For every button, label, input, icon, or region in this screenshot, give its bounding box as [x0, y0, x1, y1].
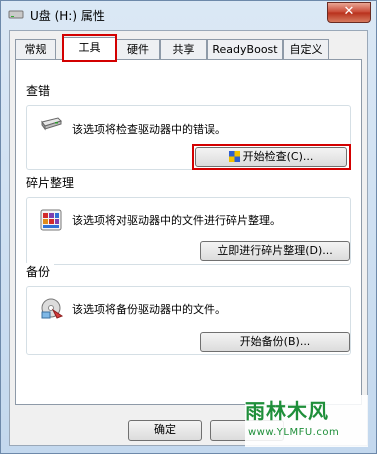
ok-button[interactable]: 确定: [128, 420, 202, 441]
tab-general[interactable]: 常规: [15, 39, 56, 59]
usb-drive-icon: [8, 10, 24, 19]
tab-customize[interactable]: 自定义: [283, 39, 329, 59]
shield-icon: [228, 151, 240, 162]
start-check-button[interactable]: 开始检查(C)...: [195, 147, 347, 167]
watermark: 雨林木风 www.YLMFU.com: [245, 395, 368, 447]
backup-group: 备份 该选项将备份驱动器中的文件。 开始备份(B)...: [26, 263, 351, 355]
defrag-icon: [40, 209, 62, 231]
start-check-label: 开始检查(C)...: [242, 150, 314, 163]
tab-readyboost[interactable]: ReadyBoost: [207, 39, 283, 59]
window-title: U盘 (H:) 属性: [30, 9, 105, 23]
title-bar[interactable]: U盘 (H:) 属性 ✕: [1, 1, 376, 29]
backup-description: 该选项将备份驱动器中的文件。: [72, 303, 226, 316]
error-check-description: 该选项将检查驱动器中的错误。: [72, 123, 226, 136]
defrag-title: 碎片整理: [26, 174, 79, 191]
close-icon: ✕: [343, 4, 355, 19]
dialog-client: 常规 工具 硬件 共享 ReadyBoost 自定义 查错 该选项将检查驱动器中…: [9, 30, 368, 446]
backup-title: 备份: [26, 263, 55, 280]
close-button[interactable]: ✕: [327, 2, 371, 23]
tools-tab-panel: 查错 该选项将检查驱动器中的错误。 开始检查(C)... 碎片整理 该选项将对驱…: [15, 59, 362, 405]
tab-tools-highlight: [62, 34, 117, 62]
start-backup-button[interactable]: 开始备份(B)...: [200, 332, 350, 352]
defrag-group: 碎片整理 该选项将对驱动器中的文件进行碎片整理。 立即进行碎片整理(D)...: [26, 174, 351, 265]
backup-icon: [41, 298, 64, 319]
error-check-group: 查错 该选项将检查驱动器中的错误。 开始检查(C)...: [26, 82, 351, 170]
defrag-description: 该选项将对驱动器中的文件进行碎片整理。: [72, 214, 281, 227]
drive-check-icon: [41, 117, 62, 131]
watermark-logo: 雨林木风: [245, 399, 329, 423]
defrag-now-button[interactable]: 立即进行碎片整理(D)...: [200, 241, 350, 261]
tab-hardware[interactable]: 硬件: [116, 39, 160, 59]
tab-sharing[interactable]: 共享: [160, 39, 207, 59]
watermark-url: www.YLMFU.com: [248, 427, 340, 438]
error-check-title: 查错: [26, 82, 55, 99]
properties-window: U盘 (H:) 属性 ✕ 常规 工具 硬件 共享 ReadyBoost 自定义 …: [0, 0, 377, 454]
